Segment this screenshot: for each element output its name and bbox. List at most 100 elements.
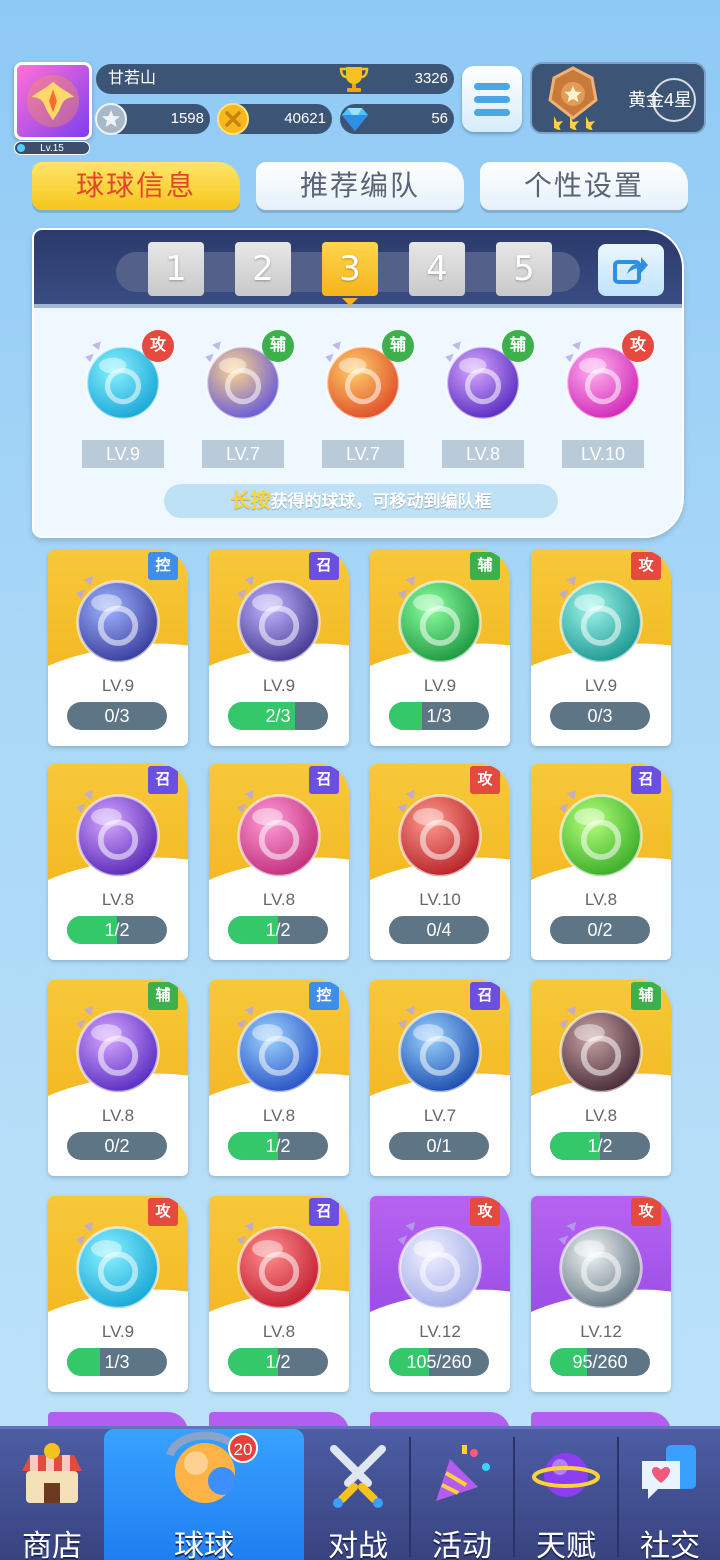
ball-level: LV.9 (423, 676, 457, 695)
upgrade-progress-bar: 1/3 (389, 702, 489, 730)
progress-text: 1/2 (587, 1136, 613, 1156)
trophy-count: 3326 (414, 70, 448, 87)
team-slot-4[interactable]: 4 (409, 242, 465, 296)
ball-card[interactable]: 辅 LV.8 0/2 (48, 980, 188, 1176)
nav-label: 活动 (432, 1530, 492, 1560)
nav-item-chat-heart[interactable]: 社交 (618, 1429, 720, 1560)
ball-type-badge: 控 (148, 552, 178, 580)
notification-badge: 20 (228, 1433, 258, 1463)
trophy-icon (339, 67, 369, 92)
team-ball-slot[interactable]: 辅 LV.7 (188, 330, 298, 468)
team-panel: 1 2 3 4 5 攻 LV.9 辅 LV.7 辅 LV.7 辅 LV.8 攻 … (32, 228, 684, 538)
nav-item-planet[interactable]: 天赋 (514, 1429, 618, 1560)
ball-type-badge: 控 (309, 982, 339, 1010)
menu-button[interactable] (462, 66, 522, 132)
ball-level: LV.7 (423, 1106, 457, 1125)
ball-card[interactable]: 召 LV.8 1/2 (209, 764, 349, 960)
ball-type-badge: 辅 (502, 330, 534, 362)
ball-level: LV.10 (419, 890, 461, 909)
ghost-ball-icon (231, 572, 327, 668)
share-icon (613, 257, 648, 284)
progress-text: 0/3 (104, 706, 130, 726)
ball-card[interactable]: 召 LV.8 1/2 (209, 1196, 349, 1392)
ball-card[interactable]: 攻 LV.9 0/3 (531, 550, 671, 746)
sprout-ball-icon (70, 1002, 166, 1098)
ball-type-badge: 召 (309, 552, 339, 580)
ball-card[interactable]: 控 LV.8 1/2 (209, 980, 349, 1176)
progress-text: 1/3 (426, 706, 452, 726)
progress-text: 0/4 (426, 920, 452, 940)
nav-label: 对战 (328, 1530, 388, 1560)
ball-card[interactable]: 召 LV.7 0/1 (370, 980, 510, 1176)
ball-level: LV.8 (584, 1106, 618, 1125)
ball-card[interactable]: 辅 LV.9 1/3 (370, 550, 510, 746)
rank-panel[interactable]: 黄金4星 (530, 62, 706, 134)
share-button[interactable] (598, 244, 664, 296)
tab-recommended-team[interactable]: 推荐编队 (256, 162, 464, 210)
ball-card[interactable]: 攻 LV.12 105/260 (370, 1196, 510, 1392)
team-ball-slot[interactable]: 攻 LV.9 (68, 330, 178, 468)
nav-label: 天赋 (536, 1530, 596, 1560)
team-ball-slot[interactable]: 辅 LV.8 (428, 330, 538, 468)
player-name: 甘若山 (108, 70, 157, 87)
player-avatar[interactable] (14, 62, 92, 140)
team-slot-3[interactable]: 3 (322, 242, 378, 306)
ball-type-badge: 辅 (262, 330, 294, 362)
ball-type-badge: 攻 (622, 330, 654, 362)
ball-level: LV.9 (584, 676, 618, 695)
ball-type-badge: 辅 (470, 552, 500, 580)
ball-card[interactable]: 攻 LV.12 95/260 (531, 1196, 671, 1392)
upgrade-progress-bar: 1/2 (228, 916, 328, 944)
tab-ball-info[interactable]: 球球信息 (32, 162, 240, 210)
snowflake-ball-icon (231, 1002, 327, 1098)
ball-level: LV.8 (584, 890, 618, 909)
progress-text: 0/1 (426, 1136, 452, 1156)
upgrade-progress-bar: 1/2 (228, 1348, 328, 1376)
nav-item-party-popper[interactable]: 活动 (410, 1429, 514, 1560)
progress-text: 1/2 (265, 920, 291, 940)
upgrade-progress-bar: 1/2 (67, 916, 167, 944)
clock-ball-icon (70, 572, 166, 668)
team-slot-1[interactable]: 1 (148, 242, 204, 296)
ball-card[interactable]: 辅 LV.8 1/2 (531, 980, 671, 1176)
silver-counter: 1598 (95, 103, 210, 135)
bronze-medal-icon (548, 66, 598, 130)
ball-card[interactable]: 攻 LV.10 0/4 (370, 764, 510, 960)
ball-card[interactable]: 召 LV.8 1/2 (48, 764, 188, 960)
team-tip: 长按获得的球球，可移动到编队框 (164, 484, 558, 518)
progress-text: 95/260 (572, 1352, 628, 1372)
bubble-ball-icon (392, 1218, 488, 1314)
name-bar: 甘若山 3326 (96, 64, 454, 94)
nav-item-crossed-swords[interactable]: 对战 (306, 1429, 410, 1560)
ball-type-badge: 召 (148, 766, 178, 794)
team-slot-2[interactable]: 2 (235, 242, 291, 296)
nav-item-shop[interactable]: 商店 (0, 1429, 104, 1560)
gold-coin-icon (217, 103, 249, 135)
planet-icon (532, 1441, 600, 1509)
upgrade-progress-bar: 105/260 (389, 1348, 489, 1376)
power-icon[interactable] (652, 78, 696, 122)
ball-card[interactable]: 控 LV.9 0/3 (48, 550, 188, 746)
shop-icon (18, 1441, 86, 1509)
ball-type-badge: 攻 (631, 552, 661, 580)
gold-counter: 40621 (217, 103, 332, 135)
ball-card[interactable]: 攻 LV.9 1/3 (48, 1196, 188, 1392)
star-arrow-ball-icon (392, 572, 488, 668)
ball-level: LV.8 (262, 1106, 296, 1125)
gold-amount: 40621 (284, 110, 326, 127)
ball-card[interactable]: 召 LV.8 0/2 (531, 764, 671, 960)
upgrade-progress-bar: 1/3 (67, 1348, 167, 1376)
team-ball-slot[interactable]: 辅 LV.7 (308, 330, 418, 468)
gem-amount: 56 (431, 110, 448, 127)
ball-level: LV.8 (101, 1106, 135, 1125)
ball-level: LV.9 (82, 440, 164, 468)
nav-item-balls[interactable]: 球球 20 (104, 1429, 304, 1560)
team-slot-5[interactable]: 5 (496, 242, 552, 296)
ball-card[interactable]: 召 LV.9 2/3 (209, 550, 349, 746)
progress-text: 1/2 (265, 1136, 291, 1156)
ball-type-badge: 召 (309, 766, 339, 794)
team-ball-slot[interactable]: 攻 LV.10 (548, 330, 658, 468)
tab-personal-settings[interactable]: 个性设置 (480, 162, 688, 210)
progress-text: 1/2 (265, 1352, 291, 1372)
upgrade-progress-bar: 2/3 (228, 702, 328, 730)
